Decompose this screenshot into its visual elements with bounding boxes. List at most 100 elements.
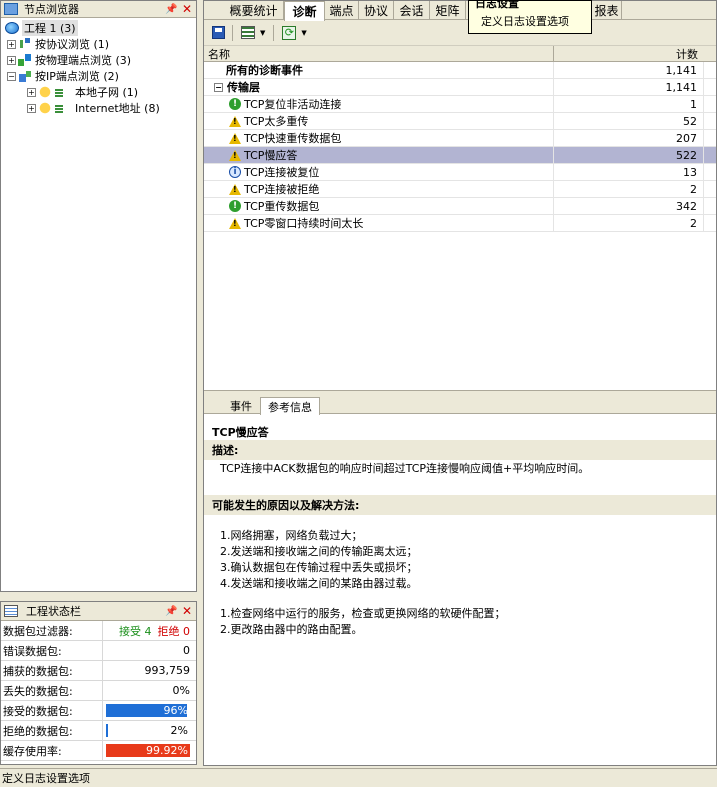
diagnosis-grid: 所有的诊断事件 1,141 − 传输层 1,141 ! TCP复位非活动连接 1… <box>204 62 716 390</box>
row-name-cell: ! TCP复位非活动连接 <box>204 96 554 112</box>
tab-protocols[interactable]: 协议 <box>359 1 394 20</box>
tree-item-by-protocol[interactable]: + 按协议浏览 (1) <box>1 36 196 52</box>
row-name: TCP快速重传数据包 <box>244 132 342 145</box>
description-heading: 描述: <box>204 440 716 460</box>
causes-heading: 可能发生的原因以及解决方法: <box>204 495 716 515</box>
column-header-count[interactable]: 计数 <box>554 46 704 61</box>
row-count: 342 <box>554 198 704 214</box>
collapse-icon[interactable]: − <box>214 82 223 92</box>
warning-icon <box>229 115 241 127</box>
main-panel: 概要统计 诊断 端点 协议 会话 矩阵 报表 ▼ ⟳ ▼ 名称 计数 所有的诊断… <box>203 0 717 766</box>
stat-value: 993,759 <box>144 664 191 677</box>
info-icon: i <box>229 166 241 178</box>
protocol-icon <box>18 38 32 50</box>
internet-icon <box>38 102 64 114</box>
toolbar-separator <box>273 24 275 41</box>
stat-label: 错误数据包: <box>1 641 103 660</box>
row-count: 13 <box>554 164 704 180</box>
stat-row-cache: 缓存使用率: 99.92% <box>1 741 196 761</box>
detail-tabbar: 事件 参考信息 <box>204 395 716 415</box>
chevron-down-icon[interactable]: ▼ <box>301 29 306 37</box>
row-name-cell: i TCP连接被复位 <box>204 164 554 180</box>
node-browser-titlebar: 节点浏览器 📌 ✕ <box>1 1 196 18</box>
status-bar: 定义日志设置选项 <box>0 768 717 787</box>
row-name: TCP重传数据包 <box>244 200 320 213</box>
row-name-cell: ! TCP重传数据包 <box>204 198 554 214</box>
table-row[interactable]: − 传输层 1,141 <box>204 79 716 96</box>
stat-value: 96% <box>103 701 196 720</box>
refresh-icon: ⟳ <box>282 25 297 40</box>
chevron-down-icon[interactable]: ▼ <box>260 29 265 37</box>
physical-endpoint-icon <box>18 54 32 66</box>
table-row[interactable]: TCP太多重传 52 <box>204 113 716 130</box>
stat-label: 缓存使用率: <box>1 741 103 760</box>
row-name: TCP连接被拒绝 <box>244 183 320 196</box>
main-tabbar: 概要统计 诊断 端点 协议 会话 矩阵 报表 <box>204 1 716 21</box>
tree-item-internet[interactable]: + Internet地址 (8) <box>1 100 196 116</box>
table-row[interactable]: ! TCP重传数据包 342 <box>204 198 716 215</box>
save-button[interactable] <box>208 24 228 42</box>
row-name-cell: TCP快速重传数据包 <box>204 130 554 146</box>
accept-count: 接受 4 <box>119 624 152 638</box>
stat-row-filter: 数据包过滤器: 接受 4 拒绝 0 <box>1 621 196 641</box>
stat-label: 数据包过滤器: <box>1 621 103 640</box>
reject-count: 拒绝 0 <box>157 624 191 638</box>
tab-reports[interactable]: 报表 <box>592 1 622 20</box>
tooltip: 日志设置 定义日志设置选项 <box>468 0 592 34</box>
expand-icon[interactable]: + <box>27 87 36 97</box>
row-name: TCP慢应答 <box>244 149 298 162</box>
table-row[interactable]: TCP快速重传数据包 207 <box>204 130 716 147</box>
progress-text: 96% <box>163 704 188 717</box>
row-name: TCP零窗口持续时间太长 <box>244 217 364 230</box>
tab-conversations[interactable]: 会话 <box>394 1 430 20</box>
table-row-selected[interactable]: TCP慢应答 522 <box>204 147 716 164</box>
save-icon <box>211 26 225 39</box>
warning-icon <box>229 149 241 161</box>
reference-info-pane: TCP慢应答 描述: TCP连接中ACK数据包的响应时间超过TCP连接慢响应阈值… <box>204 414 716 637</box>
tree-item-project[interactable]: 工程 1 (3) <box>1 20 196 36</box>
tab-events[interactable]: 事件 <box>224 397 258 414</box>
ok-status-icon: ! <box>229 200 241 212</box>
cache-progress-bar: 99.92% <box>106 744 190 757</box>
tree-item-label: 本地子网 (1) <box>75 86 139 99</box>
project-status-panel: 工程状态栏 📌 ✕ 数据包过滤器: 接受 4 拒绝 0 错误数据包: 0 捕获的… <box>0 601 197 765</box>
close-icon[interactable]: ✕ <box>181 604 193 618</box>
tree-item-by-ip[interactable]: − 按IP端点浏览 (2) <box>1 68 196 84</box>
tab-endpoints[interactable]: 端点 <box>325 1 359 20</box>
row-name: TCP复位非活动连接 <box>244 98 342 111</box>
tree-item-label: 按物理端点浏览 (3) <box>35 54 132 67</box>
expand-icon[interactable]: + <box>7 39 16 49</box>
cause-item: 2.发送端和接收端之间的传输距离太远； <box>220 545 418 558</box>
pin-icon[interactable]: 📌 <box>165 4 177 15</box>
column-header-name[interactable]: 名称 <box>204 46 554 61</box>
ip-endpoint-icon <box>18 70 32 82</box>
node-browser-title: 节点浏览器 <box>24 3 79 16</box>
expand-icon[interactable]: + <box>27 103 36 113</box>
table-row[interactable]: ! TCP复位非活动连接 1 <box>204 96 716 113</box>
detail-title: TCP慢应答 <box>212 426 269 439</box>
warning-icon <box>229 132 241 144</box>
table-row[interactable]: TCP连接被拒绝 2 <box>204 181 716 198</box>
tree-item-by-physical[interactable]: + 按物理端点浏览 (3) <box>1 52 196 68</box>
tab-summary[interactable]: 概要统计 <box>224 1 284 20</box>
tab-matrix[interactable]: 矩阵 <box>430 1 466 20</box>
columns-button[interactable] <box>238 24 258 42</box>
tab-reference-info[interactable]: 参考信息 <box>260 397 320 415</box>
grid-header: 名称 计数 <box>204 46 716 62</box>
table-row[interactable]: 所有的诊断事件 1,141 <box>204 62 716 79</box>
table-row[interactable]: i TCP连接被复位 13 <box>204 164 716 181</box>
tab-diagnosis[interactable]: 诊断 <box>284 1 325 21</box>
collapse-icon[interactable]: − <box>7 71 16 81</box>
refresh-button[interactable]: ⟳ <box>279 24 299 42</box>
stat-value: 0 <box>183 644 190 657</box>
stat-value: 接受 4 拒绝 0 <box>103 621 196 640</box>
tree-item-local-subnet[interactable]: + 本地子网 (1) <box>1 84 196 100</box>
close-icon[interactable]: ✕ <box>181 2 193 16</box>
pin-icon[interactable]: 📌 <box>165 606 177 617</box>
row-count: 1 <box>554 96 704 112</box>
table-row[interactable]: TCP零窗口持续时间太长 2 <box>204 215 716 232</box>
expand-icon[interactable]: + <box>7 55 16 65</box>
